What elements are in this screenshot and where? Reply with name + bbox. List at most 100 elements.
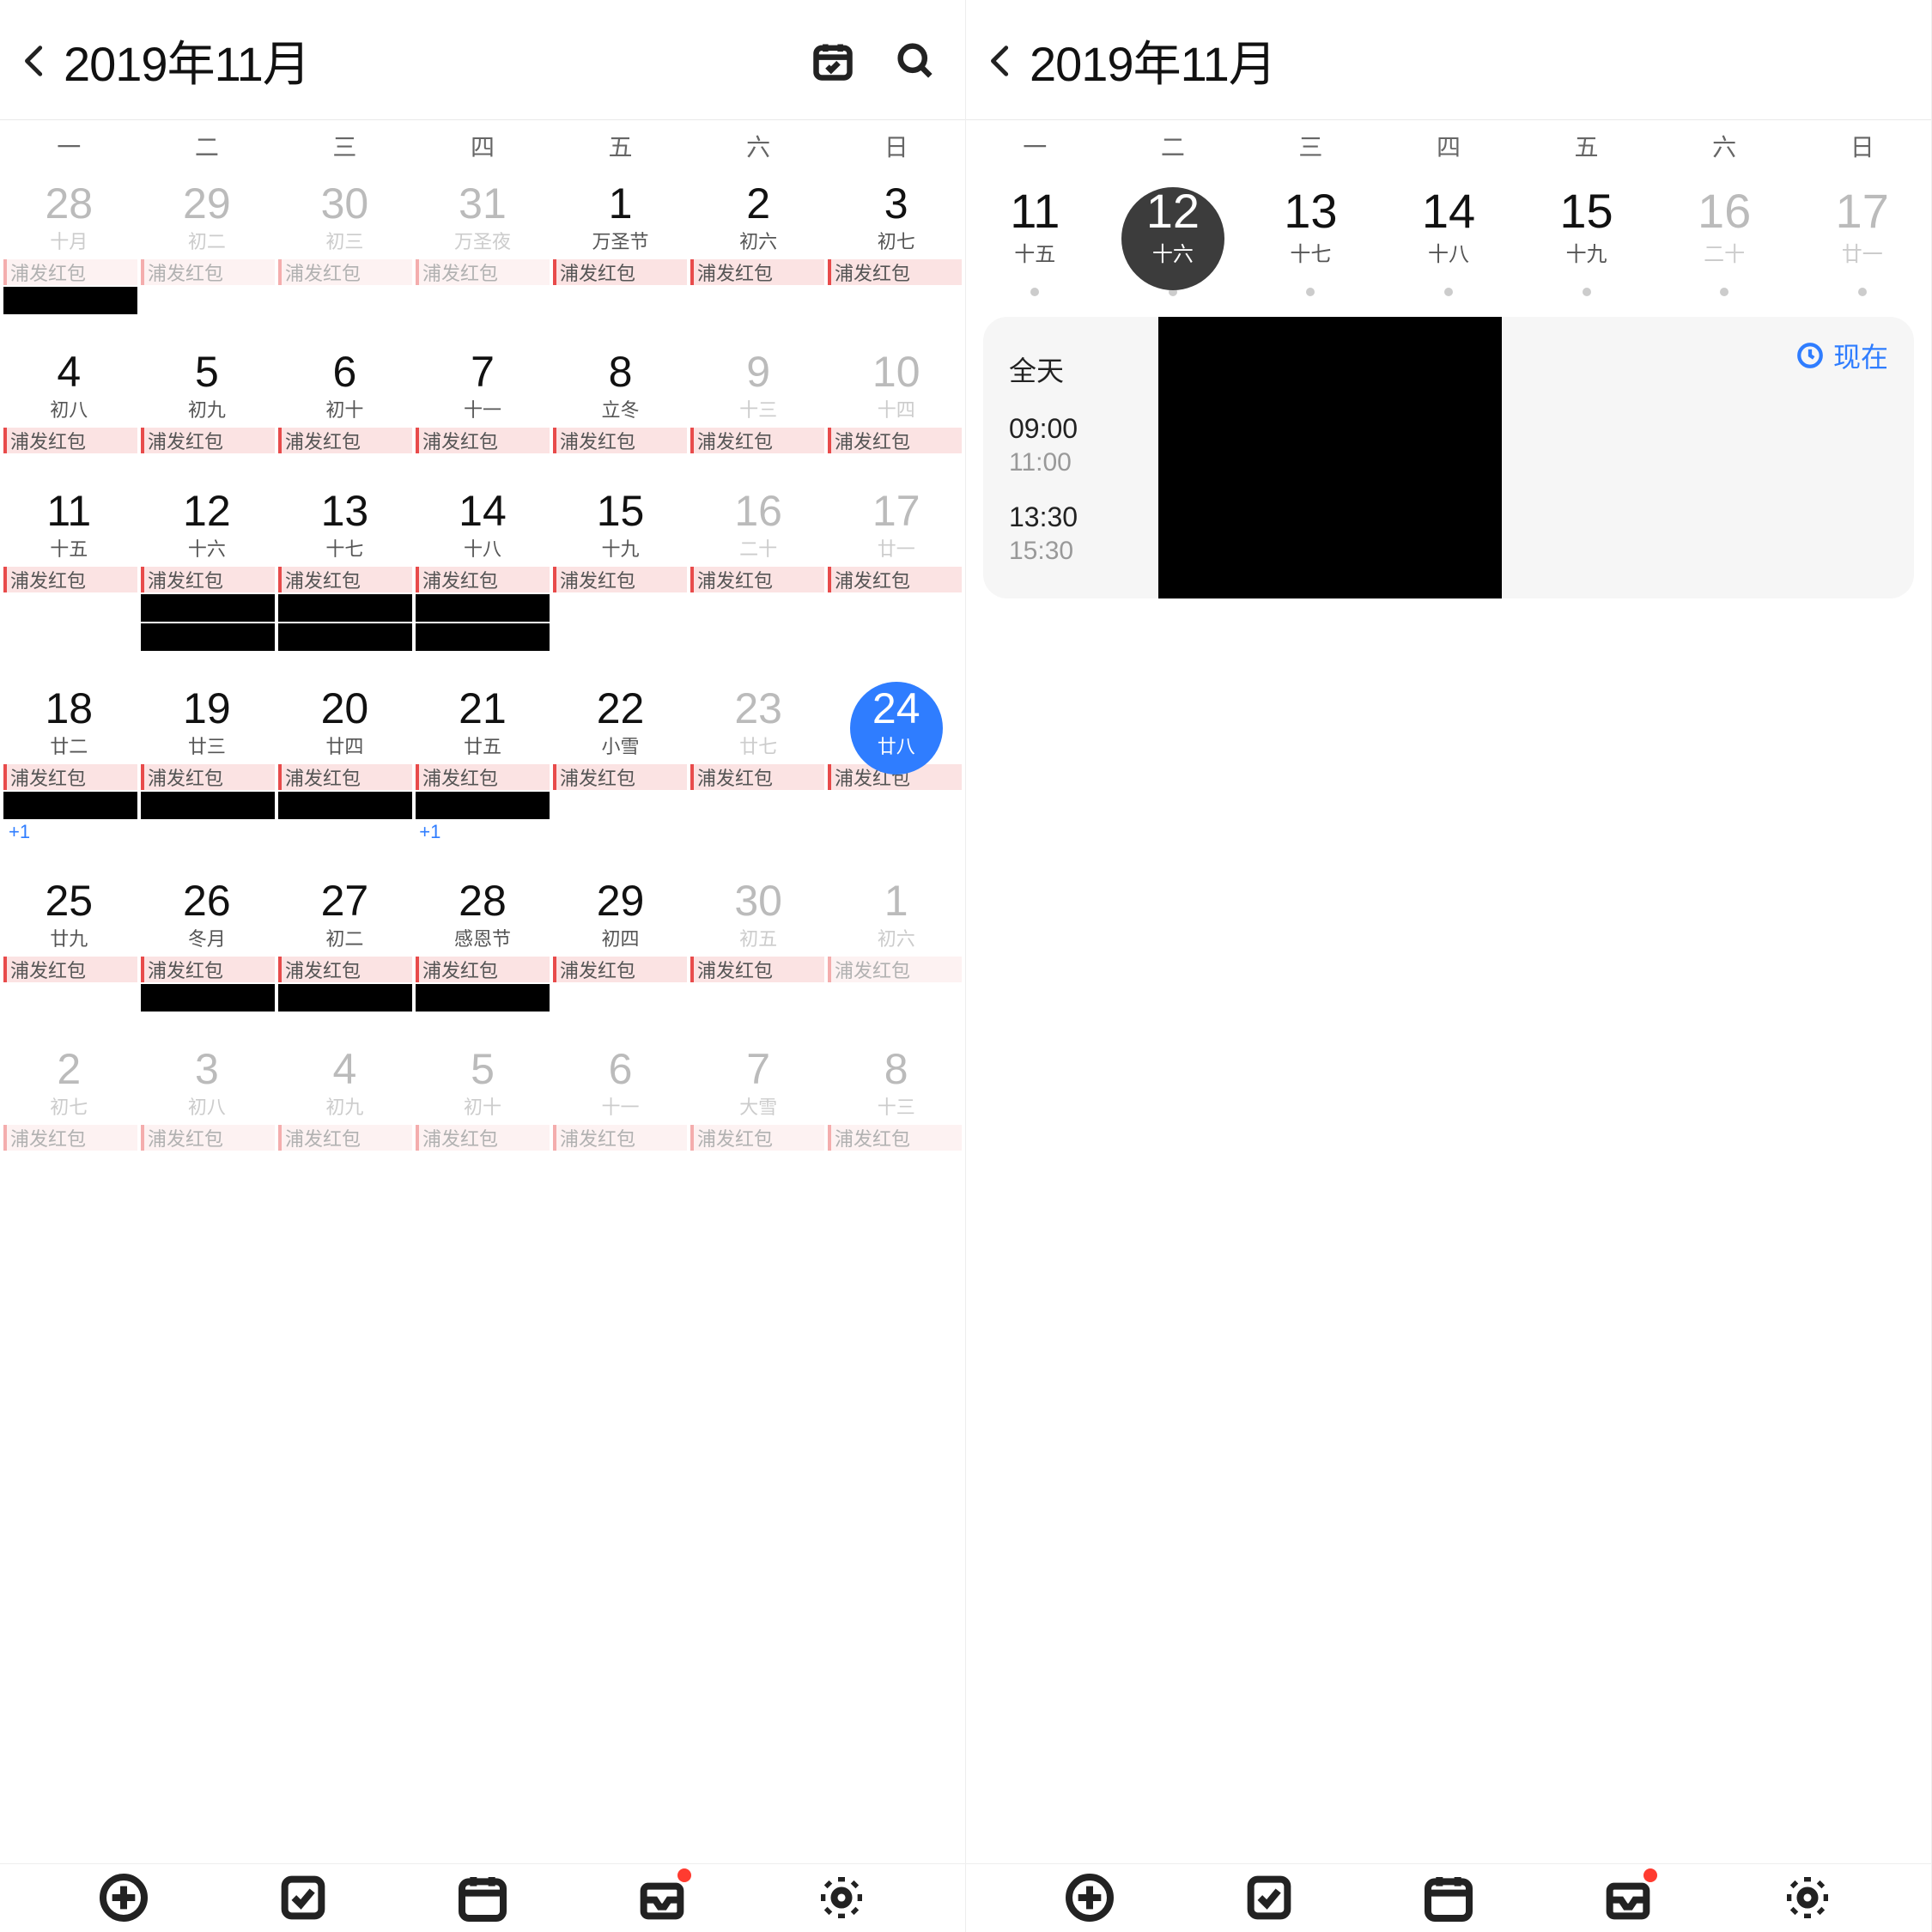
event-chip[interactable]: 浦发红包 <box>553 764 687 790</box>
day-cell[interactable]: 13十七 <box>276 479 414 562</box>
event-chip[interactable]: 浦发红包 <box>828 428 962 453</box>
event-chip[interactable]: 浦发红包 <box>278 957 412 982</box>
day-cell[interactable]: 18廿二 <box>0 677 138 759</box>
more-events-indicator[interactable]: +1 <box>414 821 550 843</box>
day-cell[interactable]: 5初九 <box>138 340 276 422</box>
event-chip[interactable]: 浦发红包 <box>553 259 687 285</box>
add-icon[interactable] <box>1062 1870 1117 1925</box>
day-cell[interactable]: 21廿五 <box>414 677 552 759</box>
week-day[interactable]: 14十八 <box>1380 187 1518 267</box>
day-cell[interactable]: 9十三 <box>690 340 828 422</box>
event-chip[interactable]: 浦发红包 <box>3 764 137 790</box>
event-chip[interactable]: 浦发红包 <box>141 428 275 453</box>
event-chip[interactable]: 浦发红包 <box>3 567 137 592</box>
event-chip[interactable]: 浦发红包 <box>278 764 412 790</box>
page-title[interactable]: 2019年11月 <box>64 26 807 95</box>
day-cell[interactable]: 20廿四 <box>276 677 414 759</box>
event-chip[interactable]: 浦发红包 <box>553 1125 687 1151</box>
day-cell[interactable]: 6初十 <box>276 340 414 422</box>
calendar-icon[interactable] <box>1421 1870 1476 1925</box>
search-icon[interactable] <box>890 35 941 87</box>
today-icon[interactable] <box>807 35 859 87</box>
event-chip[interactable]: 浦发红包 <box>416 567 550 592</box>
back-icon[interactable] <box>15 41 55 81</box>
event-chip[interactable]: 浦发红包 <box>416 1125 550 1151</box>
event-chip[interactable]: 浦发红包 <box>553 567 687 592</box>
day-cell[interactable]: 4初九 <box>276 1037 414 1120</box>
page-title[interactable]: 2019年11月 <box>1030 26 1907 95</box>
day-cell[interactable]: 5初十 <box>414 1037 552 1120</box>
day-cell[interactable]: 23廿七 <box>690 677 828 759</box>
event-chip[interactable]: 浦发红包 <box>690 567 824 592</box>
day-cell[interactable]: 31万圣夜 <box>414 172 552 254</box>
event-chip[interactable]: 浦发红包 <box>828 957 962 982</box>
day-cell[interactable]: 2初七 <box>0 1037 138 1120</box>
event-chip[interactable]: 浦发红包 <box>278 1125 412 1151</box>
day-cell[interactable]: 25廿九 <box>0 869 138 951</box>
day-cell[interactable]: 2初六 <box>690 172 828 254</box>
event-chip[interactable]: 浦发红包 <box>553 957 687 982</box>
day-cell[interactable]: 24廿八 <box>827 677 965 759</box>
event-chip[interactable]: 浦发红包 <box>690 259 824 285</box>
day-cell[interactable]: 27初二 <box>276 869 414 951</box>
day-cell[interactable]: 19廿三 <box>138 677 276 759</box>
day-cell[interactable]: 7大雪 <box>690 1037 828 1120</box>
event-chip[interactable]: 浦发红包 <box>3 259 137 285</box>
now-button[interactable]: 现在 <box>1795 336 1888 375</box>
event-chip[interactable]: 浦发红包 <box>278 428 412 453</box>
day-cell[interactable]: 14十八 <box>414 479 552 562</box>
week-day[interactable]: 16二十 <box>1656 187 1794 267</box>
day-cell[interactable]: 28十月 <box>0 172 138 254</box>
day-cell[interactable]: 16二十 <box>690 479 828 562</box>
week-day[interactable]: 17廿一 <box>1793 187 1931 267</box>
event-chip[interactable]: 浦发红包 <box>690 1125 824 1151</box>
event-chip[interactable]: 浦发红包 <box>3 957 137 982</box>
event-chip[interactable]: 浦发红包 <box>828 567 962 592</box>
event-chip[interactable]: 浦发红包 <box>416 957 550 982</box>
checklist-icon[interactable] <box>1242 1870 1297 1925</box>
more-events-indicator[interactable]: +1 <box>3 821 140 843</box>
event-chip[interactable]: 浦发红包 <box>141 957 275 982</box>
month-grid[interactable]: 28十月29初二30初三31万圣夜1万圣节2初六3初七浦发红包浦发红包浦发红包浦… <box>0 168 965 1932</box>
calendar-icon[interactable] <box>455 1870 510 1925</box>
day-cell[interactable]: 3初七 <box>827 172 965 254</box>
event-chip[interactable]: 浦发红包 <box>3 428 137 453</box>
event-chip[interactable]: 浦发红包 <box>553 428 687 453</box>
event-chip[interactable]: 浦发红包 <box>416 764 550 790</box>
day-cell[interactable]: 4初八 <box>0 340 138 422</box>
week-day[interactable]: 13十七 <box>1242 187 1380 267</box>
event-chip[interactable]: 浦发红包 <box>141 259 275 285</box>
day-cell[interactable]: 7十一 <box>414 340 552 422</box>
week-strip[interactable]: 11十五12十六13十七14十八15十九16二十17廿一 <box>966 168 1931 276</box>
event-chip[interactable]: 浦发红包 <box>828 259 962 285</box>
day-cell[interactable]: 15十九 <box>551 479 690 562</box>
day-cell[interactable]: 22小雪 <box>551 677 690 759</box>
day-cell[interactable]: 6十一 <box>551 1037 690 1120</box>
day-cell[interactable]: 30初三 <box>276 172 414 254</box>
settings-icon[interactable] <box>1780 1870 1835 1925</box>
add-icon[interactable] <box>96 1870 151 1925</box>
event-chip[interactable]: 浦发红包 <box>141 764 275 790</box>
event-chip[interactable]: 浦发红包 <box>3 1125 137 1151</box>
day-cell[interactable]: 10十四 <box>827 340 965 422</box>
day-cell[interactable]: 29初四 <box>551 869 690 951</box>
day-cell[interactable]: 3初八 <box>138 1037 276 1120</box>
event-chip[interactable]: 浦发红包 <box>416 428 550 453</box>
week-day[interactable]: 15十九 <box>1517 187 1656 267</box>
week-day[interactable]: 12十六 <box>1104 187 1242 267</box>
settings-icon[interactable] <box>814 1870 869 1925</box>
day-cell[interactable]: 8立冬 <box>551 340 690 422</box>
event-chip[interactable]: 浦发红包 <box>828 1125 962 1151</box>
day-cell[interactable]: 1万圣节 <box>551 172 690 254</box>
event-chip[interactable]: 浦发红包 <box>690 428 824 453</box>
back-icon[interactable] <box>981 41 1021 81</box>
event-chip[interactable]: 浦发红包 <box>141 1125 275 1151</box>
day-cell[interactable]: 11十五 <box>0 479 138 562</box>
day-cell[interactable]: 8十三 <box>827 1037 965 1120</box>
event-chip[interactable]: 浦发红包 <box>141 567 275 592</box>
day-cell[interactable]: 29初二 <box>138 172 276 254</box>
event-chip[interactable]: 浦发红包 <box>278 259 412 285</box>
day-cell[interactable]: 1初六 <box>827 869 965 951</box>
day-cell[interactable]: 26冬月 <box>138 869 276 951</box>
event-chip[interactable]: 浦发红包 <box>690 764 824 790</box>
